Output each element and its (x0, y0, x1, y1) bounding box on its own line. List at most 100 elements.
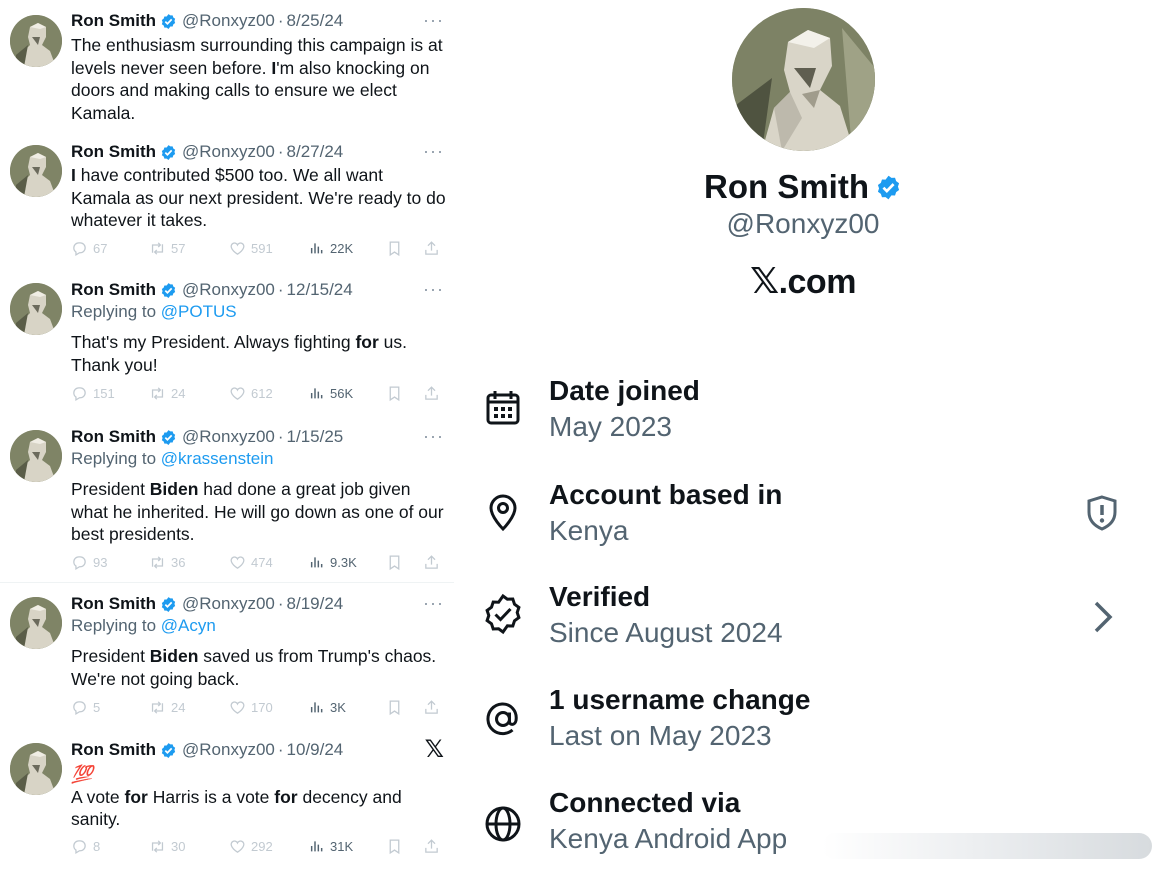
bookmark-button[interactable] (386, 699, 403, 716)
more-options-icon[interactable]: ··· (423, 279, 444, 299)
author-handle[interactable]: @Ronxyz00 (182, 427, 275, 447)
avatar[interactable] (10, 597, 62, 649)
reply-button[interactable]: 8 (71, 838, 100, 855)
author-name[interactable]: Ron Smith (71, 280, 156, 300)
author-name[interactable]: Ron Smith (71, 594, 156, 614)
author-handle[interactable]: @Ronxyz00 (182, 280, 275, 300)
repost-icon (151, 387, 164, 400)
share-icon (425, 700, 438, 714)
repost-button[interactable]: 36 (149, 554, 185, 571)
tweet-text: I have contributed $500 too. We all want… (71, 165, 446, 230)
author-name[interactable]: Ron Smith (71, 740, 156, 760)
like-button[interactable]: 170 (229, 699, 273, 716)
replying-to: Replying to @POTUS (71, 302, 237, 321)
like-button[interactable]: 612 (229, 385, 273, 402)
repost-button[interactable]: 24 (149, 699, 185, 716)
more-options-icon[interactable]: ··· (423, 426, 444, 446)
tweet-date[interactable]: 12/15/24 (287, 280, 353, 300)
share-button[interactable] (423, 699, 440, 716)
repost-count: 57 (171, 241, 186, 256)
like-button[interactable]: 474 (229, 554, 273, 571)
replying-to: Replying to @Acyn (71, 616, 216, 635)
reply-count: 67 (93, 241, 108, 256)
like-count: 292 (251, 839, 273, 854)
dot-separator: · (277, 427, 284, 446)
tweet-date[interactable]: 8/27/24 (287, 142, 344, 162)
bookmark-button[interactable] (386, 838, 403, 855)
views-button[interactable]: 31K (309, 838, 353, 854)
profile-handle: @Ronxyz00 (726, 208, 880, 239)
author-name[interactable]: Ron Smith (71, 427, 156, 447)
info-row-verified[interactable]: Verified Since August 2024 (454, 581, 1152, 661)
dot-separator: · (277, 11, 284, 30)
like-count: 170 (251, 700, 273, 715)
verified-badge-icon (161, 144, 176, 160)
chevron-right-icon[interactable] (1082, 597, 1122, 637)
share-button[interactable] (423, 554, 440, 571)
tweet-actions: 151 24 612 56K (71, 385, 446, 405)
avatar[interactable] (10, 430, 62, 482)
avatar[interactable] (10, 15, 62, 67)
avatar[interactable] (10, 743, 62, 795)
repost-count: 24 (171, 386, 186, 401)
verified-badge-icon (161, 596, 176, 612)
author-name[interactable]: Ron Smith (71, 142, 156, 162)
reply-icon (73, 701, 86, 716)
tweet-date[interactable]: 10/9/24 (287, 740, 344, 760)
tweet-actions: 93 36 474 9.3K (71, 554, 446, 574)
more-options-icon[interactable]: ··· (423, 141, 444, 161)
author-handle[interactable]: @Ronxyz00 (182, 142, 275, 162)
bookmark-button[interactable] (386, 385, 403, 402)
tweet-date[interactable]: 8/25/24 (287, 11, 344, 31)
bookmark-button[interactable] (386, 240, 403, 257)
more-options-icon[interactable]: ··· (423, 10, 444, 30)
like-button[interactable]: 591 (229, 240, 273, 257)
share-button[interactable] (423, 838, 440, 855)
avatar[interactable] (10, 283, 62, 335)
more-options-icon[interactable]: ··· (423, 593, 444, 613)
views-button[interactable]: 56K (309, 385, 353, 401)
views-bar-chart-icon (310, 243, 323, 254)
verified-badge-icon (877, 175, 900, 200)
repost-button[interactable]: 24 (149, 385, 185, 402)
reply-button[interactable]: 5 (71, 699, 100, 716)
reply-count: 93 (93, 555, 108, 570)
reply-count: 151 (93, 386, 115, 401)
replying-to: Replying to @krassenstein (71, 449, 274, 468)
shield-alert-icon[interactable] (1082, 493, 1122, 533)
like-count: 591 (251, 241, 273, 256)
share-icon (425, 555, 438, 569)
view-count: 22K (330, 240, 354, 256)
tweet-date[interactable]: 8/19/24 (287, 594, 344, 614)
views-button[interactable]: 3K (309, 699, 346, 715)
author-handle[interactable]: @Ronxyz00 (182, 740, 275, 760)
like-button[interactable]: 292 (229, 838, 273, 855)
views-button[interactable]: 22K (309, 240, 353, 256)
author-handle[interactable]: @Ronxyz00 (182, 594, 275, 614)
author-name[interactable]: Ron Smith (71, 11, 156, 31)
reply-count: 8 (93, 839, 101, 854)
repost-button[interactable]: 30 (149, 838, 185, 855)
repost-button[interactable]: 57 (149, 240, 185, 257)
author-handle[interactable]: @Ronxyz00 (182, 11, 275, 31)
reply-target-link[interactable]: @POTUS (161, 302, 237, 321)
bookmark-button[interactable] (386, 554, 403, 571)
reply-target-link[interactable]: @Acyn (161, 616, 216, 635)
profile-name: Ron Smith (454, 168, 1152, 206)
views-button[interactable]: 9.3K (309, 554, 357, 570)
share-button[interactable] (423, 385, 440, 402)
repost-count: 36 (171, 555, 186, 570)
reply-button[interactable]: 151 (71, 385, 115, 402)
reply-button[interactable]: 93 (71, 554, 107, 571)
tweet-text: That's my President. Always fighting for… (71, 332, 407, 375)
reply-icon (73, 840, 86, 855)
tweet-date[interactable]: 1/15/25 (287, 427, 344, 447)
reply-button[interactable]: 67 (71, 240, 107, 257)
avatar[interactable] (10, 145, 62, 197)
tweet-actions: 8 30 292 31K (71, 838, 446, 858)
reply-icon (73, 387, 86, 402)
share-button[interactable] (423, 240, 440, 257)
reply-target-link[interactable]: @krassenstein (161, 449, 274, 468)
view-count: 9.3K (330, 554, 357, 570)
x-logo-icon: 𝕏 (424, 736, 444, 763)
